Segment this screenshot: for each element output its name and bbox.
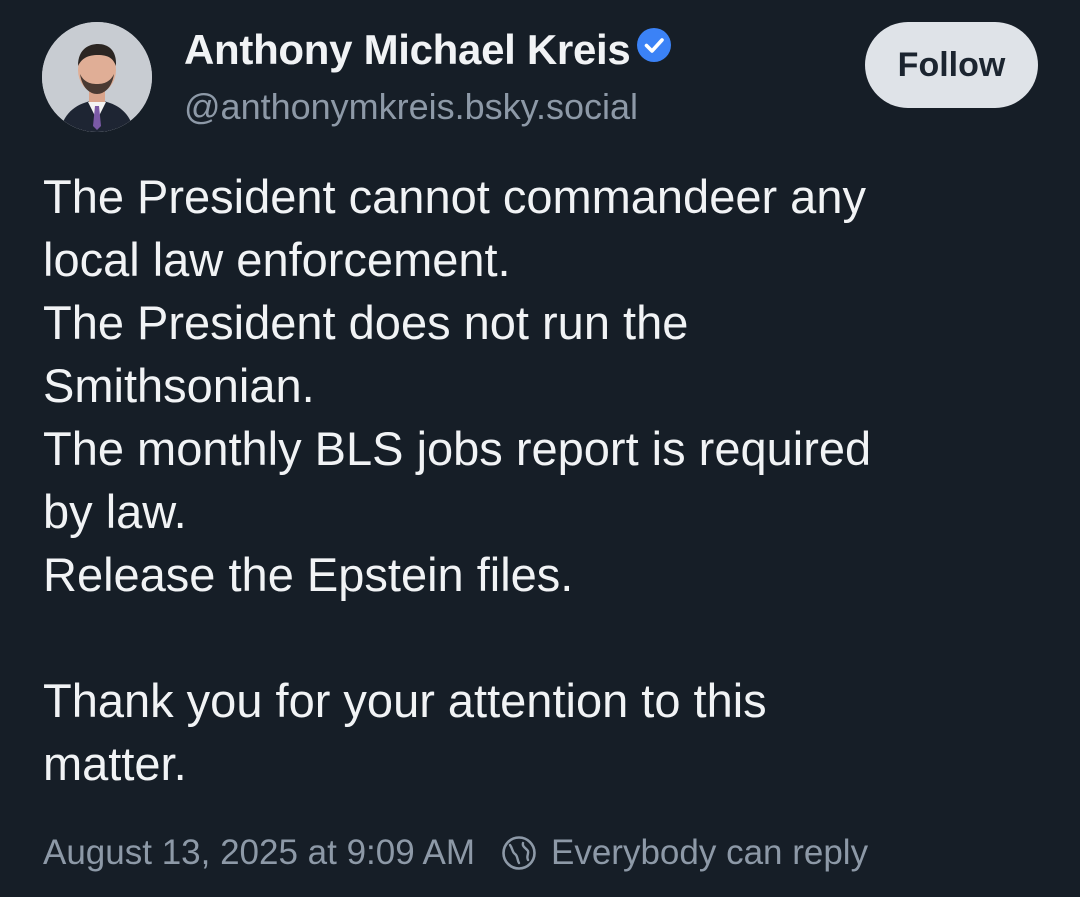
- follow-button[interactable]: Follow: [865, 22, 1038, 108]
- globe-icon: [501, 835, 537, 871]
- post-timestamp[interactable]: August 13, 2025 at 9:09 AM: [43, 833, 475, 873]
- post-text-line: local law enforcement.: [43, 233, 511, 286]
- post-meta: August 13, 2025 at 9:09 AM Everybody can…: [43, 828, 868, 878]
- post-text-line: Release the Epstein files.: [43, 548, 574, 601]
- avatar-image: [42, 22, 152, 132]
- post-text-line: by law.: [43, 485, 187, 538]
- post-text-line: The President cannot commandeer any: [43, 170, 866, 223]
- avatar[interactable]: [42, 22, 152, 132]
- name-row: Anthony Michael Kreis: [184, 22, 672, 78]
- post-text-line: Thank you for your attention to this: [43, 674, 767, 727]
- post-card: Anthony Michael Kreis @anthonymkreis.bsk…: [0, 0, 1080, 897]
- post-text-line: matter.: [43, 737, 187, 790]
- verified-badge-icon[interactable]: [636, 27, 672, 63]
- post-text-line: The monthly BLS jobs report is required: [43, 422, 872, 475]
- post-text: The President cannot commandeer any loca…: [43, 165, 1053, 795]
- post-text-line: The President does not run the: [43, 296, 689, 349]
- author-block: Anthony Michael Kreis @anthonymkreis.bsk…: [184, 22, 672, 128]
- user-handle[interactable]: @anthonymkreis.bsky.social: [184, 86, 672, 128]
- reply-setting[interactable]: Everybody can reply: [551, 833, 868, 873]
- display-name[interactable]: Anthony Michael Kreis: [184, 26, 631, 74]
- post-text-line: [43, 606, 1053, 669]
- post-text-line: Smithsonian.: [43, 359, 315, 412]
